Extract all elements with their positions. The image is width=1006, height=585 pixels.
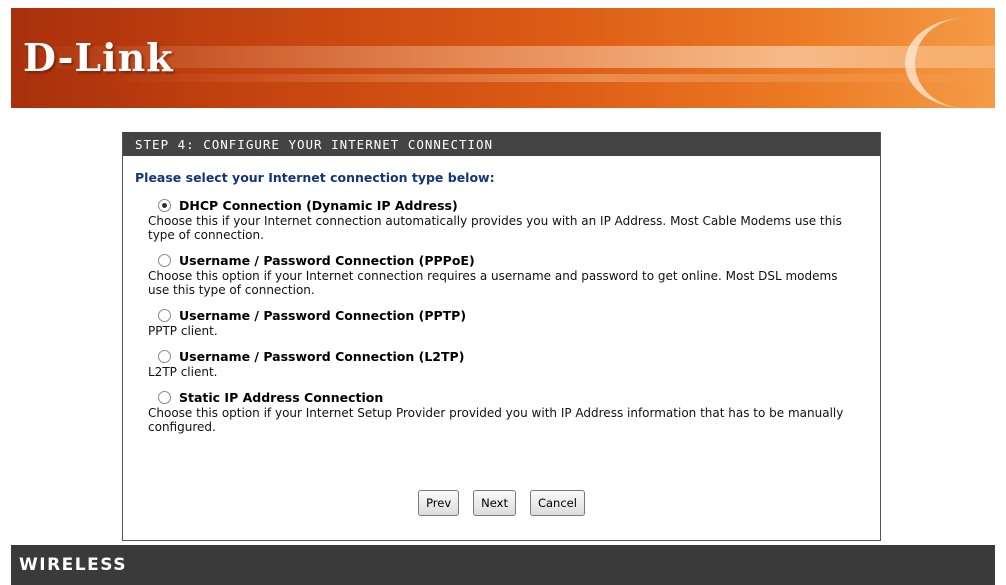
option-pptp: Username / Password Connection (PPTP) PP… bbox=[148, 306, 880, 339]
option-l2tp: Username / Password Connection (L2TP) L2… bbox=[148, 347, 880, 380]
option-pppoe: Username / Password Connection (PPPoE) C… bbox=[148, 251, 880, 298]
radio-static-ip[interactable] bbox=[158, 390, 171, 404]
radio-pptp[interactable] bbox=[158, 308, 171, 322]
option-static-ip: Static IP Address Connection Choose this… bbox=[148, 388, 880, 435]
option-description: Choose this option if your Internet conn… bbox=[148, 269, 838, 297]
option-label[interactable]: Username / Password Connection (PPTP) bbox=[179, 308, 466, 323]
footer-wireless-label: WIRELESS bbox=[19, 555, 127, 575]
wizard-buttons: Prev Next Cancel bbox=[123, 490, 880, 516]
footer-bar: WIRELESS bbox=[11, 545, 995, 585]
option-label[interactable]: Static IP Address Connection bbox=[179, 390, 383, 405]
radio-pppoe[interactable] bbox=[158, 253, 171, 267]
option-label[interactable]: Username / Password Connection (L2TP) bbox=[179, 349, 464, 364]
next-button[interactable]: Next bbox=[473, 490, 516, 516]
setup-panel: STEP 4: CONFIGURE YOUR INTERNET CONNECTI… bbox=[122, 132, 881, 541]
radio-dhcp[interactable] bbox=[158, 198, 171, 212]
connection-type-prompt: Please select your Internet connection t… bbox=[135, 170, 495, 185]
dlink-logo: D-Link bbox=[23, 35, 174, 80]
option-description: L2TP client. bbox=[148, 365, 218, 379]
cancel-button[interactable]: Cancel bbox=[529, 490, 585, 516]
option-label[interactable]: DHCP Connection (Dynamic IP Address) bbox=[179, 198, 458, 213]
prev-button[interactable]: Prev bbox=[418, 490, 460, 516]
option-description: Choose this if your Internet connection … bbox=[148, 214, 842, 242]
radio-l2tp[interactable] bbox=[158, 349, 171, 363]
connection-options: DHCP Connection (Dynamic IP Address) Cho… bbox=[148, 196, 880, 435]
option-description: Choose this option if your Internet Setu… bbox=[148, 406, 844, 434]
header-banner: D-Link bbox=[11, 8, 995, 108]
option-dhcp: DHCP Connection (Dynamic IP Address) Cho… bbox=[148, 196, 880, 243]
option-label[interactable]: Username / Password Connection (PPPoE) bbox=[179, 253, 475, 268]
panel-title: STEP 4: CONFIGURE YOUR INTERNET CONNECTI… bbox=[123, 132, 880, 156]
option-description: PPTP client. bbox=[148, 324, 218, 338]
header-swoosh bbox=[905, 18, 995, 108]
